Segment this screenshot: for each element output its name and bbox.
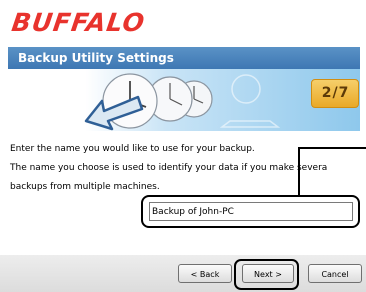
cancel-button[interactable]: Cancel [308,264,362,283]
backup-name-input[interactable] [149,202,353,221]
step-total: 7 [338,85,349,101]
wizard-footer: < Back Next > Cancel [0,255,366,292]
clock-illustration-icon [84,73,281,131]
page-title: Backup Utility Settings [18,51,174,65]
title-bar: Backup Utility Settings [8,47,360,69]
buffalo-logo: BUFFALO [9,8,147,37]
step-separator: / [332,85,338,101]
instructions: Enter the name you would like to use for… [10,140,328,197]
instruction-line-1: Enter the name you would like to use for… [10,144,255,154]
back-button[interactable]: < Back [178,264,232,283]
callout-line [300,147,366,149]
logo-bar: BUFFALO [0,0,366,46]
step-current: 2 [321,85,332,101]
callout-line [298,147,300,197]
banner: 2/7 [8,69,360,131]
next-button[interactable]: Next > [242,264,294,283]
instruction-line-2: The name you choose is used to identify … [10,163,328,173]
input-highlight [141,195,360,228]
step-indicator: 2/7 [311,79,359,108]
